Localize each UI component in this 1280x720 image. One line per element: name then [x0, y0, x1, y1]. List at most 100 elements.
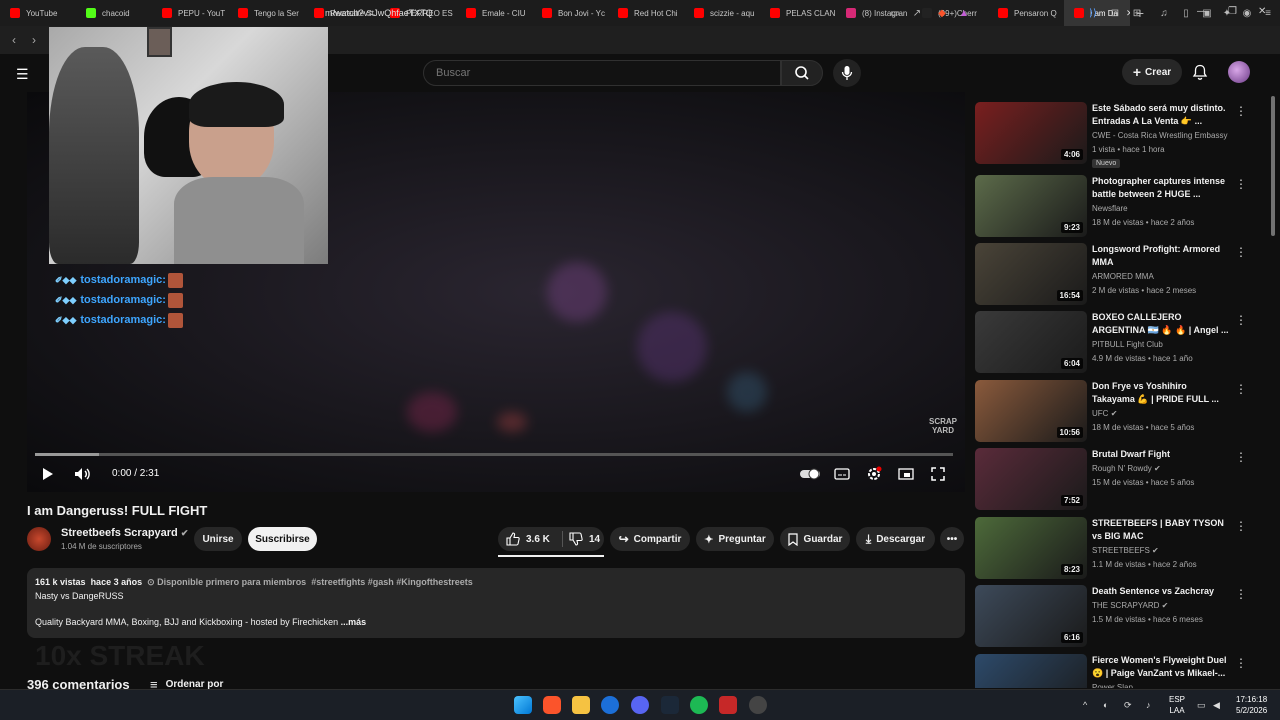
account-avatar[interactable] [1228, 61, 1250, 83]
more-vertical-icon[interactable]: ⋮ [1235, 656, 1247, 670]
recommendation-card[interactable]: 9:23 Photographer captures intense battle… [975, 175, 1265, 239]
brave-taskbar-icon[interactable] [543, 696, 561, 714]
subscribe-button[interactable]: Suscribirse [248, 527, 317, 551]
recommendation-channel[interactable]: ARMORED MMA [1092, 272, 1154, 281]
miniplayer-button[interactable] [896, 466, 916, 482]
volume-button[interactable] [73, 466, 93, 482]
tray-sync-icon[interactable]: ⟳ [1124, 700, 1132, 711]
more-vertical-icon[interactable]: ⋮ [1235, 313, 1247, 327]
browser-tab[interactable]: PELAS CLAN [760, 0, 836, 26]
video-thumbnail[interactable]: 8:23 [975, 517, 1087, 579]
translate-icon[interactable]: ⟩⟩ [1087, 8, 1099, 20]
share-button[interactable]: ↪ Compartir [610, 527, 690, 551]
spotify-icon[interactable] [690, 696, 708, 714]
browser-tab[interactable]: PEPU - YouT [152, 0, 228, 26]
recommendation-channel[interactable]: Rough N' Rowdy ✔ [1092, 464, 1161, 473]
search-button[interactable] [781, 60, 823, 86]
recommendation-card[interactable]: 8:23 STREETBEEFS | BABY TYSON vs BIG MAC S… [975, 517, 1265, 581]
recommendation-card[interactable]: 6:04 BOXEO CALLEJERO ARGENTINA 🇦🇷 🔥 🔥 | A… [975, 311, 1265, 375]
start-icon[interactable] [514, 696, 532, 714]
recommendation-title[interactable]: BOXEO CALLEJERO ARGENTINA 🇦🇷 🔥 🔥 | Angel… [1092, 311, 1232, 337]
leo-icon[interactable]: ✦ [1221, 8, 1233, 20]
music-icon[interactable]: ♫ [1158, 8, 1170, 20]
browser-tab[interactable]: chacoid [76, 0, 152, 26]
video-thumbnail[interactable] [975, 654, 1087, 688]
browser-tab[interactable]: Tengo la Ser [228, 0, 304, 26]
recommendation-channel[interactable]: UFC ✔ [1092, 409, 1117, 418]
subtitles-button[interactable] [832, 466, 852, 482]
channel-avatar[interactable] [27, 527, 51, 551]
browser-tab[interactable]: Emale - CIU [456, 0, 532, 26]
hashtags[interactable]: #streetfights #gash #Kingofthestreets [311, 577, 473, 587]
language-indicator[interactable]: ESP LAA [1169, 694, 1185, 716]
steam-icon[interactable] [661, 696, 679, 714]
recommendation-title[interactable]: Photographer captures intense battle bet… [1092, 175, 1232, 201]
video-thumbnail[interactable]: 6:16 [975, 585, 1087, 647]
search-input[interactable] [423, 60, 781, 86]
recommendation-card[interactable]: 10:56 Don Frye vs Yoshihiro Takayama 💪 | … [975, 380, 1265, 444]
more-vertical-icon[interactable]: ⋮ [1235, 382, 1247, 396]
obs-icon[interactable] [749, 696, 767, 714]
more-vertical-icon[interactable]: ⋮ [1235, 177, 1247, 191]
recommendation-title[interactable]: Don Frye vs Yoshihiro Takayama 💪 | PRIDE… [1092, 380, 1232, 406]
browser-tab[interactable]: scizzie - aqu [684, 0, 760, 26]
share-page-icon[interactable]: ↗ [911, 8, 923, 20]
play-button[interactable] [38, 466, 58, 482]
recommendation-channel[interactable]: THE SCRAPYARD ✔ [1092, 601, 1168, 610]
recommendation-card[interactable]: 6:16 Death Sentence vs Zachcray THE SCRAPY… [975, 585, 1265, 649]
video-thumbnail[interactable]: 9:23 [975, 175, 1087, 237]
browser-menu-icon[interactable]: ≡ [1262, 8, 1274, 20]
video-thumbnail[interactable]: 7:52 [975, 448, 1087, 510]
bing-icon[interactable] [601, 696, 619, 714]
recommendation-channel[interactable]: CWE - Costa Rica Wrestling Embassy [1092, 131, 1227, 140]
browser-tab[interactable]: Red Hot Chi [608, 0, 684, 26]
recommendation-card[interactable]: 7:52 Brutal Dwarf Fight Rough N' Rowdy ✔ 15… [975, 448, 1265, 512]
progress-bar[interactable] [35, 453, 953, 456]
back-icon[interactable]: ‹ [4, 33, 24, 47]
create-button[interactable]: + Crear [1122, 59, 1182, 85]
ask-button[interactable]: ✦ Preguntar [696, 527, 774, 551]
settings-button[interactable] [864, 466, 884, 482]
wallet-icon[interactable]: ▣ [1201, 8, 1213, 20]
recommendation-card[interactable]: 4:06 Este Sábado será muy distinto. Entra… [975, 102, 1265, 168]
sidebar-icon[interactable]: ▯ [1180, 8, 1192, 20]
speaker-icon[interactable]: ◀ [1213, 700, 1220, 711]
video-thumbnail[interactable]: 6:04 [975, 311, 1087, 373]
fullscreen-button[interactable] [928, 466, 948, 482]
more-link[interactable]: ...más [341, 617, 367, 627]
recommendation-channel[interactable]: Power Slap [1092, 683, 1133, 688]
dislike-button[interactable]: 14 [569, 532, 600, 546]
rewards-icon[interactable]: ▲ [958, 8, 970, 20]
browser-tab[interactable]: (99+)Cherr [912, 0, 988, 26]
join-button[interactable]: Unirse [194, 527, 242, 551]
screenshot-icon[interactable]: ⊡ [1109, 8, 1121, 20]
recommendation-channel[interactable]: STREETBEEFS ✔ [1092, 546, 1159, 555]
brave-shield-icon[interactable]: ◆ [936, 8, 948, 20]
scrollbar[interactable] [1270, 92, 1276, 692]
tray-chevron-icon[interactable]: ^ [1083, 700, 1087, 710]
network-icon[interactable]: ▭ [1197, 700, 1206, 711]
recommendation-title[interactable]: Death Sentence vs Zachcray [1092, 585, 1232, 598]
video-thumbnail[interactable]: 4:06 [975, 102, 1087, 164]
like-button[interactable]: 3.6 K [506, 532, 556, 546]
vpn-icon[interactable]: ◉ [1241, 8, 1253, 20]
forward-icon[interactable]: › [24, 33, 44, 47]
more-vertical-icon[interactable]: ⋮ [1235, 104, 1247, 118]
recommendation-title[interactable]: Fierce Women's Flyweight Duel 😮 | Paige … [1092, 654, 1232, 680]
recommendation-channel[interactable]: PITBULL Fight Club [1092, 340, 1163, 349]
more-vertical-icon[interactable]: ⋮ [1235, 519, 1247, 533]
app-icon[interactable] [719, 696, 737, 714]
tray-app-icon[interactable]: ◐ [1103, 700, 1108, 710]
recommendation-title[interactable]: Brutal Dwarf Fight [1092, 448, 1232, 461]
browser-tab[interactable]: Pensaron Q [988, 0, 1064, 26]
recommendation-title[interactable]: Longsword Profight: Armored MMA [1092, 243, 1232, 269]
more-vertical-icon[interactable]: ⋮ [1235, 450, 1247, 464]
notifications-button[interactable] [1192, 64, 1208, 86]
hamburger-menu-icon[interactable]: ☰ [16, 66, 29, 83]
tray-mic-icon[interactable]: ♪ [1146, 700, 1151, 710]
more-vertical-icon[interactable]: ⋮ [1235, 245, 1247, 259]
clock[interactable]: 17:16:18 5/2/2026 [1236, 694, 1267, 716]
browser-tab[interactable]: YouTube [0, 0, 76, 26]
cast-icon[interactable]: ▭ [889, 8, 901, 20]
video-thumbnail[interactable]: 16:54 [975, 243, 1087, 305]
